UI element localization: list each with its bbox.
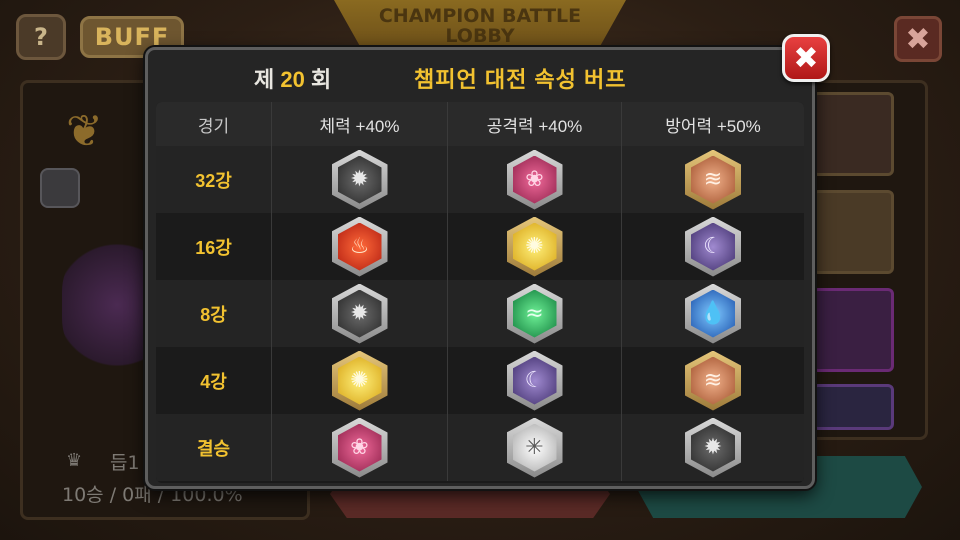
close-icon: ✖	[793, 40, 819, 76]
opponent-portrait[interactable]	[812, 288, 894, 372]
table-row: 32강 ✹ ❀ ≋	[156, 146, 804, 213]
round-suffix: 회	[310, 67, 332, 92]
modal-close-button[interactable]: ✖	[782, 34, 830, 82]
column-header-defense: 방어력 +50%	[665, 116, 761, 136]
column-header-hp: 체력 +40%	[319, 116, 400, 136]
close-icon: ✖	[905, 21, 931, 57]
attribute-buff-modal: 제 20 회 챔피언 대전 속성 버프 ✖ 경기 체력 +40% 공격력 +40…	[145, 34, 830, 489]
dark-element-icon: ✹	[685, 417, 741, 478]
table-row: 16강 ♨ ✺ ☾	[156, 213, 804, 280]
lobby-title-line2: LOBBY	[445, 25, 515, 47]
water-element-icon: 💧	[685, 283, 741, 344]
column-header-stage: 경기	[197, 116, 230, 136]
lobby-close-button[interactable]: ✖	[894, 16, 942, 62]
earth-element-icon: ≋	[685, 149, 741, 210]
table-row: 8강 ✹ ≈ 💧	[156, 280, 804, 347]
stage-label: 16강	[195, 237, 232, 258]
earth-element-icon: ≋	[685, 350, 741, 411]
purple-element-icon: ☾	[506, 350, 563, 411]
modal-header: 제 20 회 챔피언 대전 속성 버프	[148, 50, 812, 102]
purple-element-icon: ☾	[685, 216, 741, 277]
crown-icon: ♛	[66, 450, 83, 471]
fire-element-icon: ♨	[331, 216, 388, 277]
opponent-portrait[interactable]	[812, 190, 894, 274]
table-row: 4강 ✺ ☾ ≋	[156, 347, 804, 414]
column-header-attack: 공격력 +40%	[486, 116, 583, 136]
round-number: 20	[280, 67, 305, 92]
wind-element-icon: ≈	[506, 283, 563, 344]
help-label: ?	[34, 23, 48, 51]
round-prefix: 제	[254, 67, 275, 92]
white-element-icon: ✳	[506, 417, 563, 478]
opponent-portrait[interactable]	[812, 384, 894, 430]
stage-label: 4강	[200, 371, 227, 392]
light-element-icon: ✺	[331, 350, 388, 411]
buff-table: 경기 체력 +40% 공격력 +40% 방어력 +50% 32강 ✹ ❀ ≋ 1…	[156, 102, 804, 483]
opponent-portrait[interactable]	[812, 92, 894, 176]
stage-label: 8강	[200, 304, 227, 325]
round-label: 제 20 회	[254, 62, 331, 94]
stage-label: 32강	[195, 170, 232, 191]
player-stat-line1: 듭1	[110, 452, 140, 474]
modal-title: 챔피언 대전 속성 버프	[414, 67, 627, 92]
dark-element-icon: ✹	[331, 283, 388, 344]
pink-element-icon: ❀	[506, 149, 563, 210]
table-row: 결승 ❀ ✳ ✹	[156, 414, 804, 481]
table-header-row: 경기 체력 +40% 공격력 +40% 방어력 +50%	[156, 102, 804, 146]
dark-element-icon: ✹	[331, 149, 388, 210]
player-element-badge	[40, 168, 80, 208]
light-element-icon: ✺	[506, 216, 563, 277]
pink-element-icon: ❀	[331, 417, 388, 478]
stage-label: 결승	[196, 438, 231, 459]
help-button[interactable]: ?	[16, 14, 66, 60]
lobby-title-line1: CHAMPION BATTLE	[378, 5, 582, 27]
laurel-icon: ❦	[66, 106, 103, 157]
lobby-title-banner: CHAMPION BATTLE LOBBY	[334, 0, 626, 52]
